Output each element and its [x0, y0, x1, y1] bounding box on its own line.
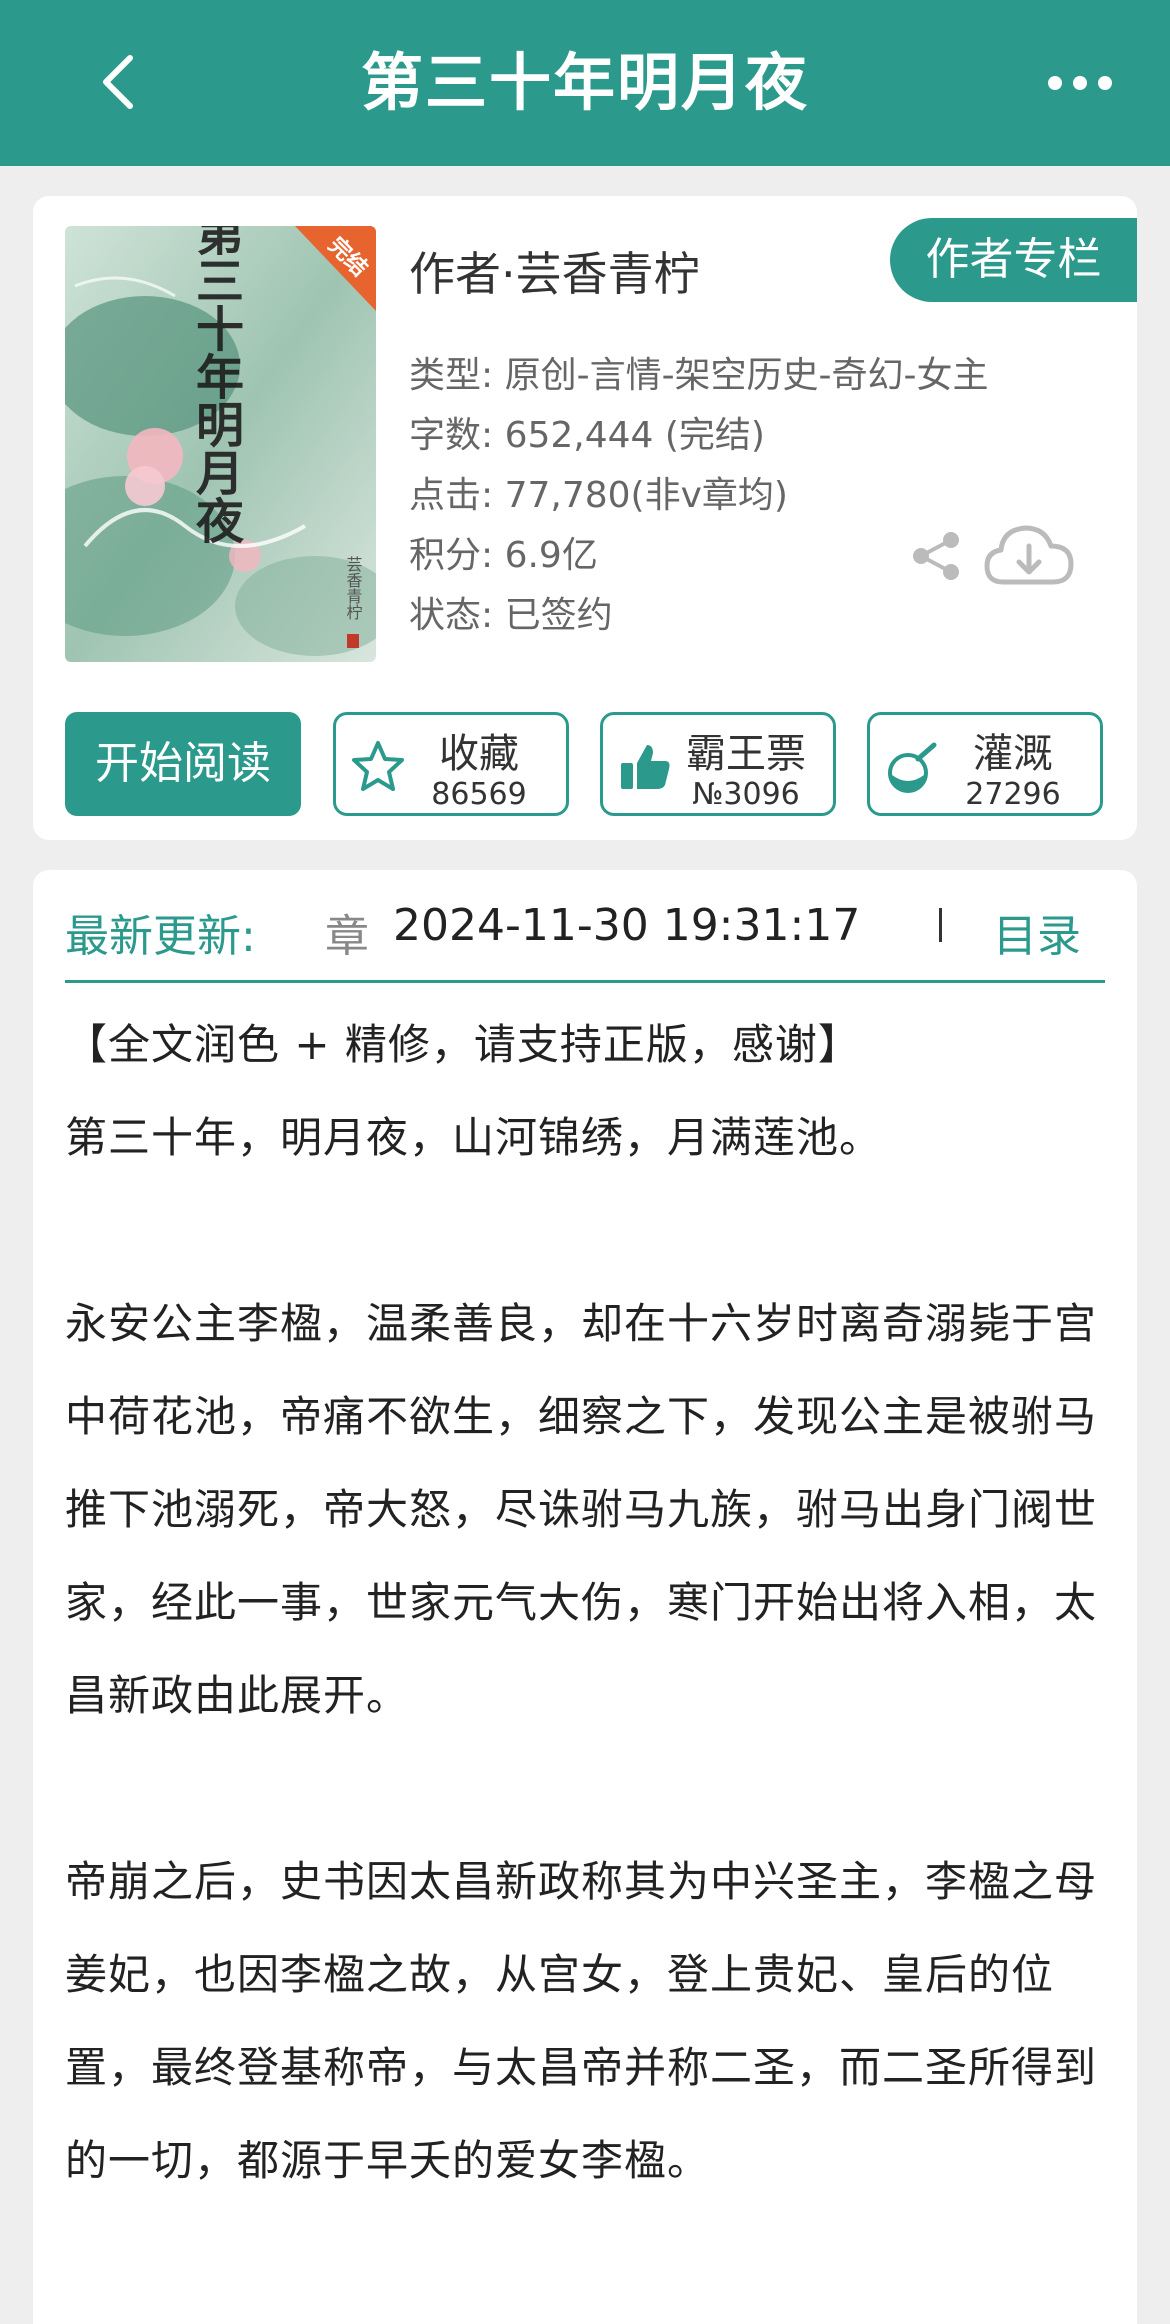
book-intro-text: 【全文润色 + 精修，请支持正版，感谢】 第三十年，明月夜，山河锦绣，月满莲池。…	[65, 998, 1111, 2207]
divider	[939, 908, 942, 942]
meta-word-count: 字数: 652,444 (完结)	[409, 415, 765, 456]
meta-score: 积分: 6.9亿	[409, 535, 598, 576]
intro-card: 最新更新: 章 2024-11-30 19:31:17 目录 【全文润色 + 精…	[33, 870, 1137, 2324]
meta-clicks: 点击: 77,780(非v章均)	[409, 475, 788, 516]
book-meta-list: 类型: 原创-言情-架空历史-奇幻-女主 字数: 652,444 (完结) 点击…	[409, 346, 989, 646]
author-name[interactable]: 作者·芸香青柠	[409, 238, 700, 304]
page-title: 第三十年明月夜	[360, 46, 809, 119]
intro-paragraph: 帝崩之后，史书因太昌新政称其为中兴圣主，李楹之母姜妃，也因李楹之故，从宫女，登上…	[65, 1857, 1098, 2185]
intro-blank	[65, 1742, 1111, 1835]
start-reading-button[interactable]: 开始阅读	[65, 712, 301, 816]
share-icon[interactable]	[909, 528, 965, 584]
table-of-contents-link[interactable]: 目录	[993, 900, 1081, 964]
intro-paragraph: 永安公主李楹，温柔善良，却在十六岁时离奇溺毙于宫中荷花池，帝痛不欲生，细察之下，…	[65, 1299, 1098, 1720]
irrigate-button[interactable]: 灌溉 27296	[867, 712, 1103, 816]
book-info-card: 完结 第三十年明月夜 芸香青柠 作者·芸香青柠 作者专栏 类型: 原创-言情-架…	[33, 196, 1137, 840]
latest-chapter-text[interactable]: 章	[325, 900, 369, 964]
collect-count: 86569	[431, 777, 527, 812]
cloud-download-icon[interactable]	[983, 520, 1075, 592]
meta-status: 状态: 已签约	[409, 595, 613, 636]
top-bar: 第三十年明月夜	[0, 0, 1170, 166]
irrigate-count: 27296	[965, 777, 1061, 812]
bawang-label: 霸王票	[686, 731, 806, 777]
bawang-rank: №3096	[692, 777, 800, 812]
book-cover-image[interactable]: 完结 第三十年明月夜 芸香青柠	[65, 226, 376, 662]
author-column-button[interactable]: 作者专栏	[890, 218, 1137, 302]
cover-title-text: 第三十年明月夜	[187, 226, 245, 544]
collect-button[interactable]: 收藏 86569	[333, 712, 569, 816]
irrigate-label: 灌溉	[973, 731, 1053, 777]
meta-type: 类型: 原创-言情-架空历史-奇幻-女主	[409, 355, 989, 396]
intro-blank	[65, 1184, 1111, 1277]
cover-author-text: 芸香青柠	[344, 556, 363, 621]
intro-paragraph: 【全文润色 + 精修，请支持正版，感谢】	[65, 1020, 861, 1069]
latest-update-time[interactable]: 2024-11-30 19:31:17	[393, 900, 860, 951]
more-options-icon[interactable]	[1045, 68, 1115, 98]
bawang-ticket-button[interactable]: 霸王票 №3096	[600, 712, 836, 816]
collect-label: 收藏	[439, 731, 519, 777]
latest-update-label: 最新更新:	[65, 911, 256, 962]
intro-paragraph: 第三十年，明月夜，山河锦绣，月满莲池。	[65, 1113, 883, 1162]
update-underline	[65, 980, 1105, 983]
